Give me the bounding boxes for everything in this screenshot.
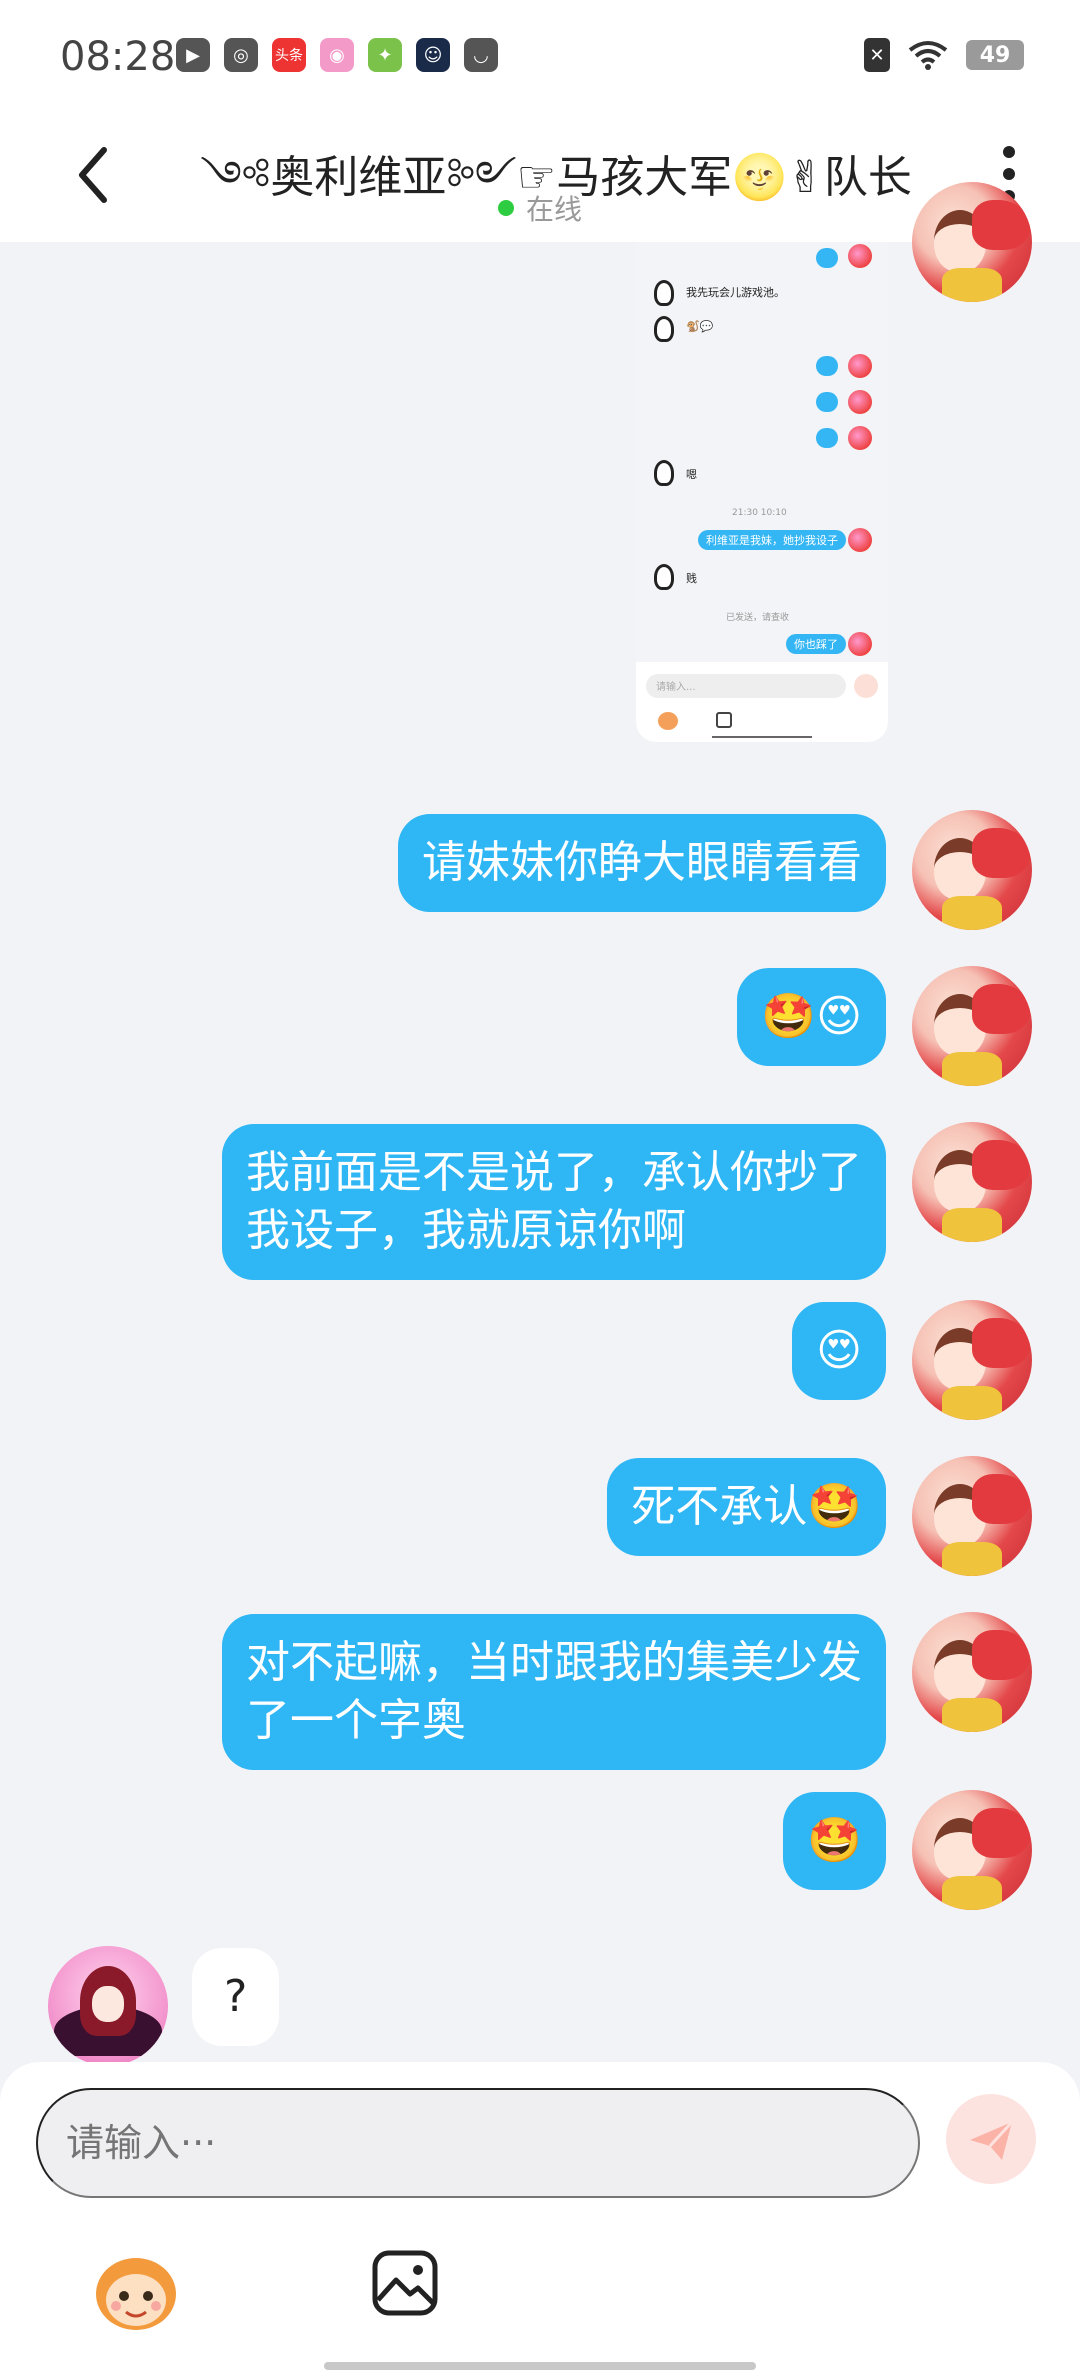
mini-home-bar: [712, 736, 812, 738]
avatar-bow: [972, 984, 1030, 1034]
avatar-dress: [942, 1542, 1002, 1576]
my-message-bubble[interactable]: 🤩😍: [737, 968, 886, 1066]
mini-avatar: [848, 244, 872, 268]
status-time: 08:28: [60, 34, 176, 80]
avatar-bow: [972, 200, 1030, 250]
mini-avatar: [848, 426, 872, 450]
game-app-icon: ✦: [368, 38, 402, 72]
other-avatar[interactable]: [48, 1946, 168, 2066]
avatar-bow: [972, 1140, 1030, 1190]
avatar-bow: [972, 828, 1030, 878]
mini-avatar: [848, 528, 872, 552]
my-message-bubble[interactable]: 😍: [792, 1302, 886, 1400]
avatar-bow: [972, 1474, 1030, 1524]
my-avatar[interactable]: [912, 182, 1032, 302]
my-avatar[interactable]: [912, 1456, 1032, 1576]
mini-avatar: [654, 280, 674, 306]
mini-send-icon: [854, 674, 878, 698]
mini-bubble: 你也踩了: [786, 634, 846, 654]
my-avatar[interactable]: [912, 1612, 1032, 1732]
no-sim-icon: ✕: [864, 38, 890, 72]
message-line: 我设子，我就原谅你啊: [246, 1205, 686, 1256]
mini-message: 嗯: [686, 468, 697, 481]
mini-input: 请输入...: [646, 674, 846, 698]
browser-icon: ◎: [224, 38, 258, 72]
video-app-icon: ▶: [176, 38, 210, 72]
mini-avatar: [654, 316, 674, 342]
avatar-face: [92, 1986, 124, 2022]
home-indicator[interactable]: [324, 2362, 756, 2370]
ai-app-icon: ☺: [416, 38, 450, 72]
online-dot-icon: [497, 200, 514, 216]
toutiao-icon: 头条: [272, 38, 306, 72]
my-message-bubble[interactable]: 对不起嘛，当时跟我的集美少发 了一个字奥: [222, 1614, 886, 1770]
avatar-dress: [942, 1698, 1002, 1732]
camera-app-icon: ◉: [320, 38, 354, 72]
my-message-bubble[interactable]: 我前面是不是说了，承认你抄了 我设子，我就原谅你啊: [222, 1124, 886, 1280]
avatar-dress: [942, 1876, 1002, 1910]
store-icon: ◡: [464, 38, 498, 72]
my-avatar[interactable]: [912, 966, 1032, 1086]
emoji-mascot-button[interactable]: [90, 2244, 182, 2336]
chat-messages[interactable]: 我先玩会儿游戏池。 🐒💬 嗯 21:30 10:10 利维亚是我妹，她抄我设子 …: [0, 182, 1080, 2066]
image-message-screenshot[interactable]: 我先玩会儿游戏池。 🐒💬 嗯 21:30 10:10 利维亚是我妹，她抄我设子 …: [636, 242, 888, 742]
mini-message: 🐒💬: [686, 320, 714, 333]
message-line: 我前面是不是说了，承认你抄了: [246, 1147, 862, 1198]
mini-input-area: 请输入...: [636, 662, 888, 742]
message-input[interactable]: [36, 2088, 920, 2198]
avatar-bow: [972, 1808, 1030, 1858]
mini-bubble: [816, 428, 838, 448]
send-button[interactable]: [946, 2094, 1036, 2184]
my-message-bubble[interactable]: 🤩: [783, 1792, 886, 1890]
more-dot-icon: [1003, 146, 1015, 158]
message-line: 了一个字奥: [246, 1695, 466, 1746]
my-message-bubble[interactable]: 死不承认🤩: [607, 1458, 886, 1556]
my-avatar[interactable]: [912, 1122, 1032, 1242]
battery-icon: 49: [966, 40, 1024, 70]
mini-avatar: [848, 390, 872, 414]
mini-avatar: [848, 354, 872, 378]
my-avatar[interactable]: [912, 1790, 1032, 1910]
avatar-bow: [972, 1630, 1030, 1680]
image-picker-button[interactable]: [370, 2248, 440, 2318]
other-message-bubble[interactable]: ?: [192, 1948, 280, 2046]
mini-notice: 已发送，请查收: [726, 613, 790, 623]
mini-avatar: [848, 632, 872, 656]
status-bar: 08:28 ▶ ◎ 头条 ◉ ✦ ☺ ◡ ✕ 49: [0, 0, 1080, 110]
avatar-dress: [942, 1052, 1002, 1086]
my-avatar[interactable]: [912, 810, 1032, 930]
avatar-dress: [942, 268, 1002, 302]
avatar-bow: [972, 1318, 1030, 1368]
mini-emoji-icon: [658, 712, 678, 730]
message-line: 对不起嘛，当时跟我的集美少发: [246, 1637, 862, 1688]
mini-avatar: [654, 564, 674, 590]
my-avatar[interactable]: [912, 1300, 1032, 1420]
mini-bubble: [816, 248, 838, 268]
mini-message: 贱: [686, 572, 697, 585]
avatar-dress: [942, 1208, 1002, 1242]
my-message-bubble[interactable]: 请妹妹你睁大眼睛看看: [398, 814, 886, 912]
mini-message: 我先玩会儿游戏池。: [686, 286, 785, 299]
wifi-icon: [908, 41, 948, 70]
avatar-dress: [942, 1386, 1002, 1420]
mini-avatar: [654, 460, 674, 486]
online-status-label: 在线: [525, 193, 582, 226]
avatar-dress: [942, 896, 1002, 930]
mini-bubble: [816, 392, 838, 412]
notification-icons: ▶ ◎ 头条 ◉ ✦ ☺ ◡: [176, 38, 498, 72]
mini-timestamp: 21:30 10:10: [732, 508, 787, 518]
input-bar: [0, 2062, 1080, 2376]
system-status: ✕ 49: [864, 38, 1024, 72]
more-dot-icon: [1003, 168, 1015, 180]
mini-bubble: 利维亚是我妹，她抄我设子: [698, 530, 846, 550]
mini-image-icon: [716, 712, 732, 728]
mini-bubble: [816, 356, 838, 376]
